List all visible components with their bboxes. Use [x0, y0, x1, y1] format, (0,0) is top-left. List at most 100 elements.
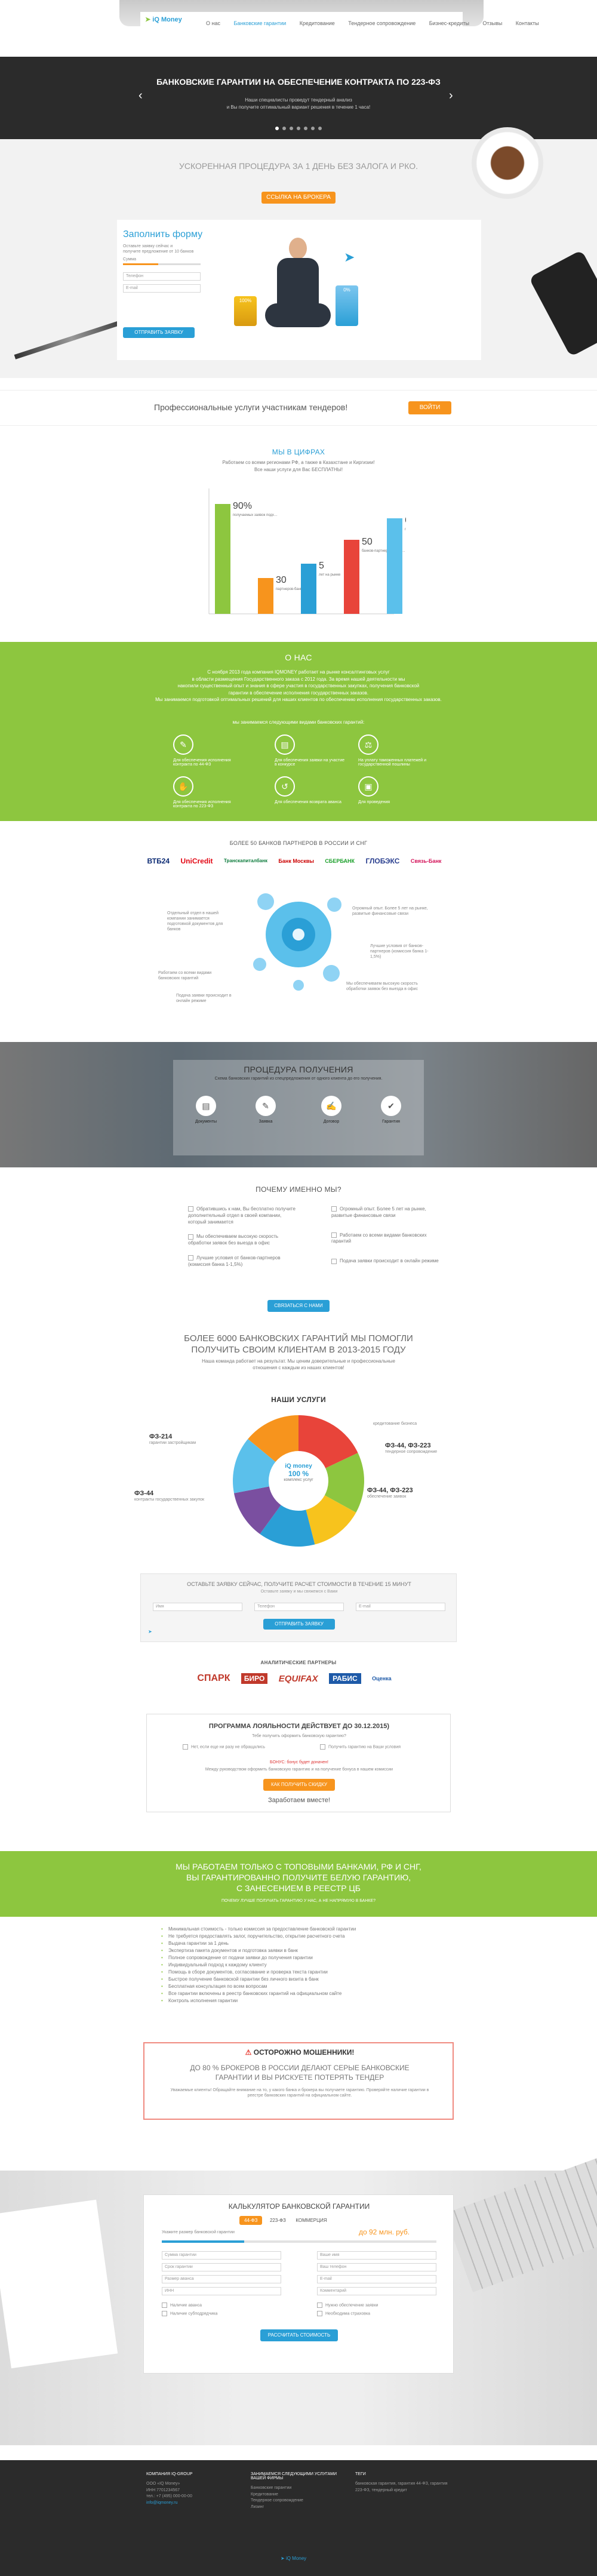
benefit-item: Полное сопровождение от подачи заявки до… — [161, 1954, 436, 1962]
calc-check[interactable]: Нужно обеспечение заявки — [317, 2303, 378, 2308]
calc-field-placeholder: ИНН — [165, 2289, 174, 2293]
partner-logo: СПАРК — [197, 1673, 230, 1683]
tab-commerce[interactable]: КОММЕРЦИЯ — [296, 2218, 327, 2223]
why-item-label: Работаем со всеми видами банковских гара… — [331, 1232, 427, 1244]
slider-dot[interactable] — [290, 127, 293, 130]
footer-email-link[interactable]: info@iqmoney.ru — [146, 2500, 236, 2507]
phone-input[interactable]: Телефон — [123, 272, 201, 281]
about-item-label: Для обеспечения исполнения контракта по … — [173, 800, 231, 809]
calc-check[interactable]: Необходима страховка — [317, 2311, 370, 2316]
phone-input[interactable]: Телефон — [254, 1603, 344, 1611]
procedure-sub: Схема банковских гарантий из спецпредлож… — [214, 1077, 383, 1081]
check-icon — [188, 1255, 193, 1261]
footer-link[interactable]: Банковские гарантии — [251, 2485, 340, 2492]
count-section: БОЛЕЕ 6000 БАНКОВСКИХ ГАРАНТИЙ МЫ ПОМОГЛ… — [0, 1329, 597, 1376]
checkbox[interactable] — [320, 1744, 325, 1750]
service-label: ФЗ-44, ФЗ-223 обеспечение заявок — [367, 1487, 445, 1499]
benefit-item: Все гарантии включены в реестр банковски… — [161, 1990, 436, 1997]
benefit-item: Помощь в сборе документов, согласование … — [161, 1969, 436, 1976]
service-label: кредитование бизнеса — [373, 1421, 451, 1427]
about-section: О НАС С ноября 2013 года компания IQMONE… — [0, 642, 597, 821]
calc-check[interactable]: Наличие аванса — [162, 2303, 202, 2308]
step-label: Документы — [195, 1120, 217, 1124]
email-input[interactable]: E-mail — [123, 284, 201, 293]
calc-field[interactable]: Срок гарантии — [162, 2263, 281, 2271]
footer-link[interactable]: Кредитование — [251, 2492, 340, 2498]
calculate-button[interactable]: РАССЧИТАТЬ СТОИМОСТЬ — [260, 2329, 338, 2341]
slider-dot[interactable] — [318, 127, 322, 130]
logo-icon: ➤ — [148, 1629, 152, 1634]
calc-field[interactable]: Размер аванса — [162, 2275, 281, 2283]
broker-link-button[interactable]: ССЫЛКА НА БРОКЕРА — [261, 192, 336, 204]
nav-credit[interactable]: Кредитование — [300, 20, 335, 26]
amount-slider[interactable] — [123, 263, 201, 265]
footer-link[interactable]: Лизинг — [251, 2504, 340, 2511]
donut-brand: iQ money — [285, 1463, 312, 1470]
loyalty-option[interactable]: Нет, если еще ни разу не обращались — [183, 1744, 290, 1750]
slider-dot[interactable] — [311, 127, 315, 130]
donut-sub: комплекс услуг — [284, 1478, 313, 1482]
loyalty-option[interactable]: Получить гарантию на Ваши условия — [320, 1744, 427, 1750]
checkbox[interactable] — [162, 2303, 167, 2308]
pro-enter-button[interactable]: ВОЙТИ — [408, 401, 451, 414]
calc-field[interactable]: E-mail — [317, 2275, 436, 2283]
loyalty-button[interactable]: КАК ПОЛУЧИТЬ СКИДКУ — [263, 1779, 335, 1791]
count-line1: БОЛЕЕ 6000 БАНКОВСКИХ ГАРАНТИЙ МЫ ПОМОГЛ… — [184, 1333, 413, 1344]
donut-percent: 100 % — [288, 1470, 309, 1478]
nav-about[interactable]: О нас — [206, 20, 220, 26]
fraud-section: ⚠ ОСТОРОЖНО МОШЕННИКИ! ДО 80 % БРОКЕРОВ … — [143, 2042, 454, 2120]
calc-field[interactable]: Комментарий — [317, 2287, 436, 2295]
footer-link[interactable]: Тендерное сопровождение — [251, 2498, 340, 2504]
slider-dot[interactable] — [282, 127, 286, 130]
fraud-title-wrap: ⚠ ОСТОРОЖНО МОШЕННИКИ! — [144, 2048, 455, 2057]
slider-dot[interactable] — [304, 127, 307, 130]
checkbox[interactable] — [162, 2311, 167, 2316]
calc-field[interactable]: Ваше имя — [317, 2251, 436, 2260]
footer-col-title: ТЕГИ — [355, 2472, 366, 2476]
calc-field[interactable]: ИНН — [162, 2287, 281, 2295]
footer-col-title: ЗАНИМАЕМСЯ СЛЕДУЮЩИМИ УСЛУГАМИ ВАШЕЙ ФИР… — [251, 2472, 337, 2480]
checkbox[interactable] — [317, 2311, 322, 2316]
footer-logo-text: iQ Money — [285, 2556, 307, 2561]
nav-contacts[interactable]: Контакты — [516, 20, 539, 26]
request-submit-button[interactable]: ОТПРАВИТЬ ЗАЯВКУ — [263, 1619, 335, 1630]
hero: УСКОРЕННАЯ ПРОЦЕДУРА ЗА 1 ДЕНЬ БЕЗ ЗАЛОГ… — [0, 127, 597, 378]
tab-223fz[interactable]: 223-ФЗ — [270, 2218, 286, 2223]
range-slider[interactable] — [162, 2240, 436, 2243]
footer-logo[interactable]: ➤ iQ Money — [281, 2556, 306, 2561]
tab-44fz[interactable]: 44-ФЗ — [239, 2216, 263, 2225]
donut-center: iQ money 100 % комплекс услуг — [275, 1463, 322, 1482]
service-name: ФЗ-44, ФЗ-223 — [385, 1442, 431, 1449]
slider-dot[interactable] — [275, 127, 279, 130]
logo[interactable]: ➤ iQ Money — [145, 16, 182, 23]
name-input[interactable]: Имя — [153, 1603, 242, 1611]
count-sub: Наша команда работает на результат. Мы ц… — [202, 1358, 395, 1370]
service-label: ФЗ-214 гарантии застройщикам — [149, 1433, 227, 1446]
nav-guarantees[interactable]: Банковские гарантии — [233, 20, 286, 26]
contact-us-button[interactable]: СВЯЗАТЬСЯ С НАМИ — [267, 1300, 330, 1312]
nav-business[interactable]: Бизнес-кредиты — [429, 20, 469, 26]
numbers-line1: Работаем со всеми регионами РФ, а также … — [222, 460, 375, 465]
slider-next-icon[interactable]: › — [449, 89, 453, 103]
email-input[interactable]: E-mail — [356, 1603, 445, 1611]
box-icon: ▣ — [358, 776, 378, 797]
logo-icon: ➤ — [281, 2556, 285, 2561]
why-item-label: Обратившись к нам, Вы бесплатно получите… — [188, 1206, 296, 1225]
why-item: Огромный опыт. Более 5 лет на рынке, раз… — [331, 1206, 439, 1219]
calc-check[interactable]: Наличие субподрядчика — [162, 2311, 217, 2316]
nav-tender[interactable]: Тендерное сопровождение — [348, 20, 416, 26]
service-desc: контракты государственных закупок — [134, 1498, 205, 1502]
calc-field[interactable]: Сумма гарантии — [162, 2251, 281, 2260]
checkbox[interactable] — [317, 2303, 322, 2308]
amount-label: Сумма — [123, 257, 136, 262]
slider-dot[interactable] — [297, 127, 300, 130]
checkbox[interactable] — [183, 1744, 188, 1750]
nav-reviews[interactable]: Отзывы — [482, 20, 502, 26]
hero-card: Заполнить форму Оставьте заявку сейчас и… — [117, 220, 481, 360]
form-submit-button[interactable]: ОТПРАВИТЬ ЗАЯВКУ — [123, 327, 195, 338]
service-label: ФЗ-44 контракты государственных закупок — [134, 1490, 212, 1502]
calc-field[interactable]: Ваш телефон — [317, 2263, 436, 2271]
why-item: Подача заявки происходит в онлайн режиме — [331, 1258, 439, 1265]
banks-title: БОЛЕЕ 50 БАНКОВ ПАРТНЕРОВ В РОССИИ И СНГ — [229, 840, 368, 846]
slider-prev-icon[interactable]: ‹ — [139, 89, 143, 103]
